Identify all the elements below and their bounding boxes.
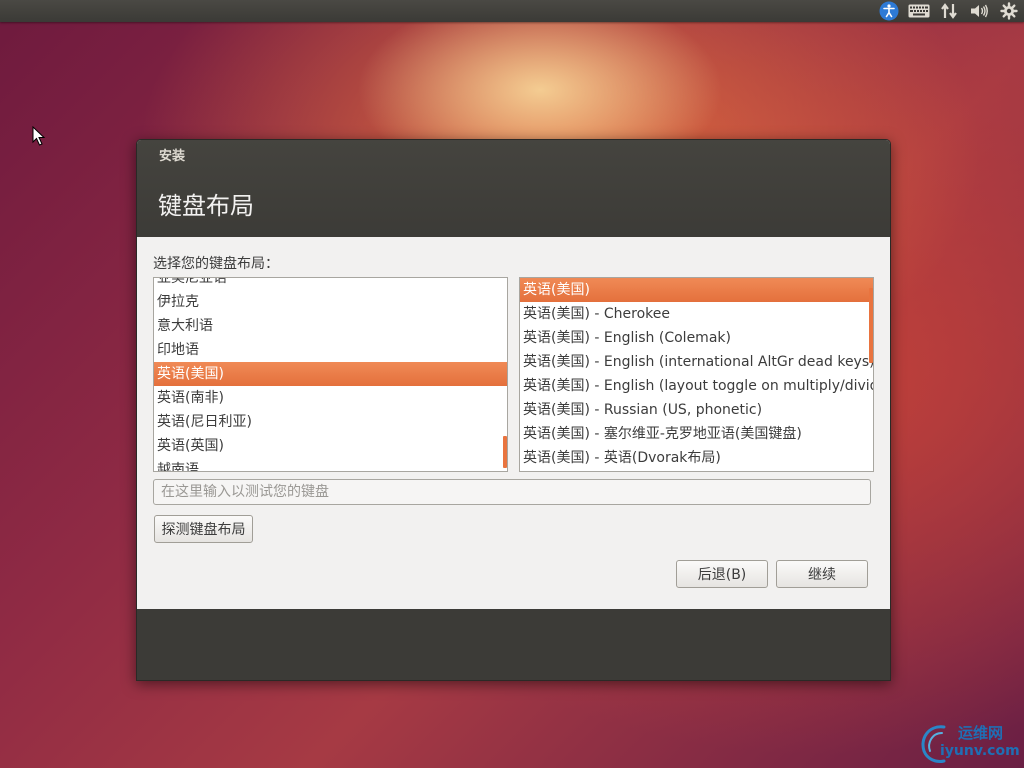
layout-list-item[interactable]: 越南语 — [154, 458, 507, 471]
window-titlebar: 安装 键盘布局 — [137, 140, 890, 237]
layout-list-scrollbar[interactable] — [503, 436, 507, 468]
watermark-text-cn: 运维网 — [958, 724, 1004, 742]
layout-list-item[interactable]: 伊拉克 — [154, 290, 507, 314]
variant-list-item[interactable]: 英语(美国) - English (layout toggle on multi… — [520, 374, 873, 398]
layout-list-item[interactable]: 英语(尼日利亚) — [154, 410, 507, 434]
variant-list-item[interactable]: 英语(美国) - Russian (US, phonetic) — [520, 398, 873, 422]
variant-list-item[interactable]: 英语(美国) - English (international AltGr de… — [520, 350, 873, 374]
layout-list-item[interactable]: 亚美尼亚语 — [154, 278, 507, 290]
variant-list-item[interactable]: 英语(美国) - English (Colemak) — [520, 326, 873, 350]
variant-list-item[interactable]: 英语(美国) - Cherokee — [520, 302, 873, 326]
keyboard-layout-list[interactable]: 亚美尼亚语 伊拉克 意大利语 印地语 英语(美国) 英语(南非) 英语(尼日利亚) 英语(英国… — [153, 277, 508, 472]
volume-icon[interactable] — [964, 0, 994, 22]
keyboard-variant-rows: 英语(美国) 英语(美国) - Cherokee 英语(美国) - English … — [520, 278, 873, 470]
network-icon[interactable] — [934, 0, 964, 22]
variant-list-item[interactable]: 英语(美国) - 英语(Dvorak布局) — [520, 446, 873, 470]
keyboard-layout-rows: 亚美尼亚语 伊拉克 意大利语 印地语 英语(美国) 英语(南非) 英语(尼日利亚) 英语(英国… — [154, 278, 507, 471]
variant-list-item[interactable]: 英语(美国) - 塞尔维亚-克罗地亚语(美国键盘) — [520, 422, 873, 446]
window-footer-band — [137, 609, 890, 680]
page-title: 键盘布局 — [158, 192, 254, 220]
top-panel — [0, 0, 1024, 22]
back-button[interactable]: 后退(B) — [676, 560, 768, 588]
continue-button[interactable]: 继续 — [776, 560, 868, 588]
keyboard-variant-list[interactable]: 英语(美国) 英语(美国) - Cherokee 英语(美国) - English … — [519, 277, 874, 472]
layout-list-item[interactable]: 意大利语 — [154, 314, 507, 338]
settings-gear-icon[interactable] — [994, 0, 1024, 22]
layout-prompt-label: 选择您的键盘布局： — [153, 256, 279, 272]
layout-list-item[interactable]: 英语(南非) — [154, 386, 507, 410]
keyboard-test-input[interactable] — [153, 479, 871, 505]
installer-window: 安装 键盘布局 选择您的键盘布局： 亚美尼亚语 伊拉克 意大利语 印地语 英语(美国) 英… — [136, 139, 891, 681]
layout-list-item[interactable]: 英语(英国) — [154, 434, 507, 458]
layout-list-item[interactable]: 印地语 — [154, 338, 507, 362]
indicator-area — [874, 0, 1024, 22]
watermark-logo: 运维网 iyunv.com — [918, 721, 1022, 765]
variant-list-scrollbar[interactable] — [869, 288, 873, 363]
variant-list-item[interactable]: 英语(美国) — [520, 278, 873, 302]
window-title: 安装 — [159, 149, 186, 164]
layout-list-item[interactable]: 英语(美国) — [154, 362, 507, 386]
accessibility-icon[interactable] — [874, 0, 904, 22]
detect-layout-button[interactable]: 探测键盘布局 — [154, 515, 253, 543]
mouse-cursor-icon — [32, 126, 46, 146]
watermark-text-en: iyunv.com — [940, 743, 1020, 759]
keyboard-icon[interactable] — [904, 0, 934, 22]
